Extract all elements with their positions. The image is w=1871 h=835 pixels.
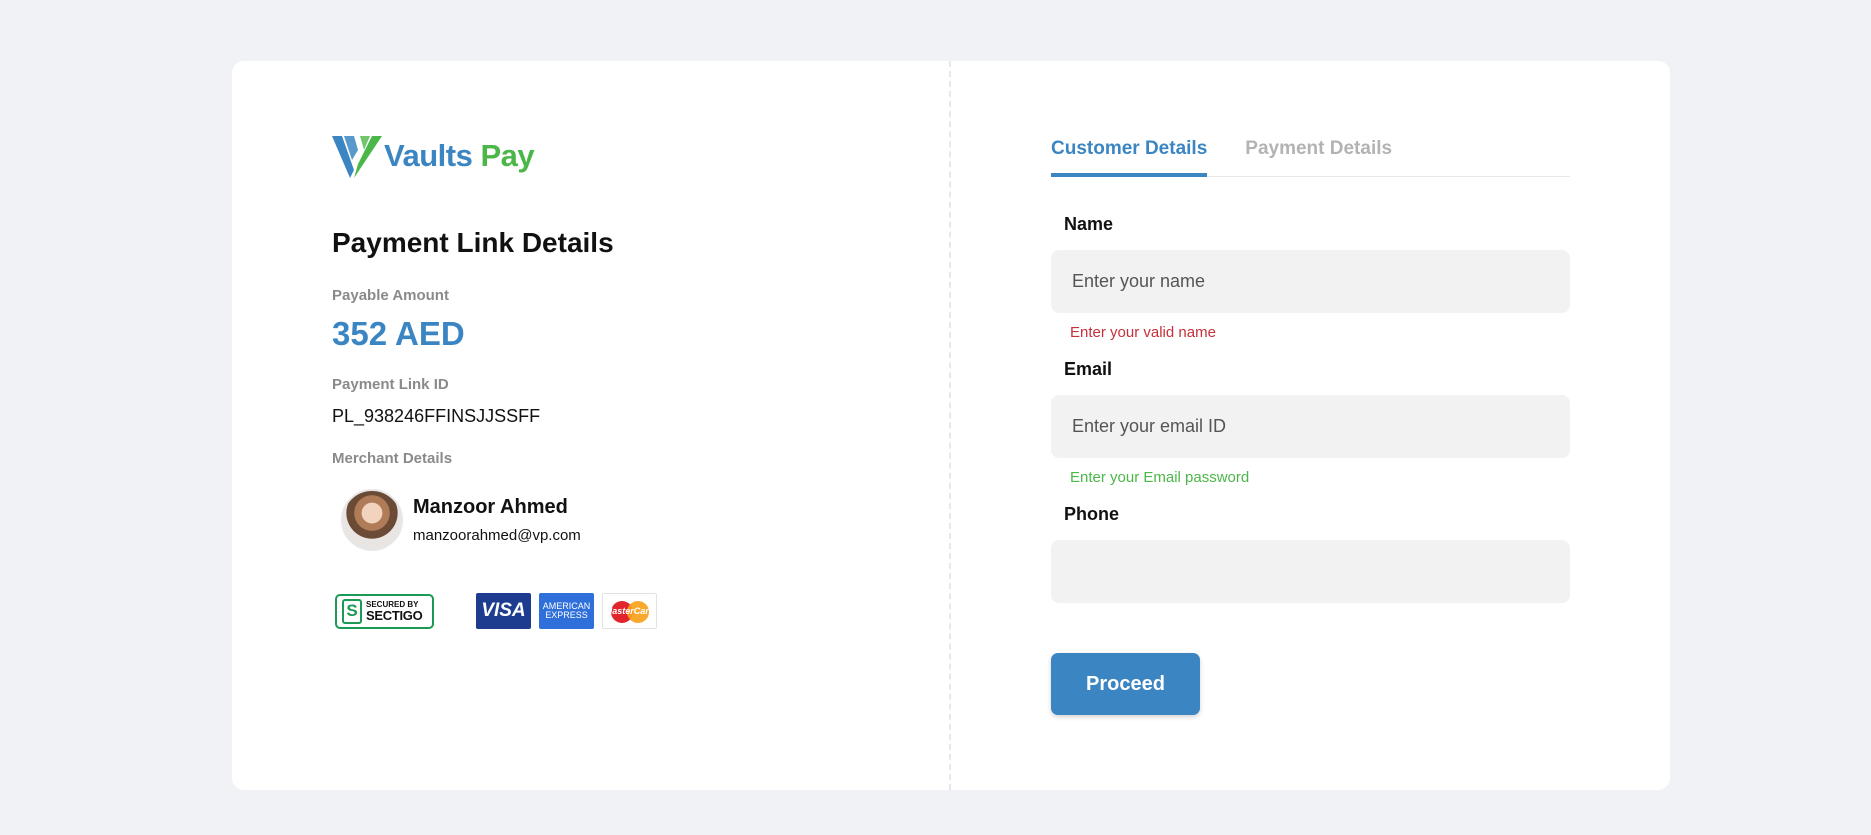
payable-amount: 352 AED <box>332 315 465 352</box>
merchant-details: Manzoor Ahmed manzoorahmed@vp.com <box>341 489 581 551</box>
tab-payment-details[interactable]: Payment Details <box>1245 135 1392 177</box>
sectigo-shield-icon: S <box>342 598 362 624</box>
payment-card: Vaults Pay Payment Link Details Payable … <box>232 61 1670 790</box>
name-error-hint: Enter your valid name <box>1070 324 1216 341</box>
mastercard-logo-icon: MasterCard <box>602 593 657 629</box>
merchant-avatar <box>341 489 403 551</box>
vaultspay-logo: Vaults Pay <box>332 134 535 178</box>
phone-label: Phone <box>1064 504 1120 524</box>
payment-link-pane: Vaults Pay Payment Link Details Payable … <box>332 61 892 790</box>
payable-amount-label: Payable Amount <box>332 287 449 304</box>
dashed-divider <box>949 61 951 790</box>
amex-line2: EXPRESS <box>545 610 588 620</box>
payment-link-id: PL_938246FFINSJJSSFF <box>332 406 541 426</box>
page-title: Payment Link Details <box>332 227 614 258</box>
logo-word-vaults: Vaults <box>384 138 473 173</box>
mastercard-text: MasterCard <box>604 606 655 616</box>
sectigo-big-text: SECTIGO <box>366 607 423 623</box>
proceed-button[interactable]: Proceed <box>1051 653 1200 715</box>
email-input[interactable] <box>1051 395 1570 458</box>
sectigo-badge: S SECURED BY SECTIGO <box>335 593 434 629</box>
merchant-details-label: Merchant Details <box>332 450 453 467</box>
amex-logo-icon: AMERICAN EXPRESS <box>539 593 594 629</box>
name-input[interactable] <box>1051 250 1570 313</box>
name-label: Name <box>1064 214 1114 234</box>
sectigo-text: SECURED BY SECTIGO <box>366 600 423 623</box>
merchant-email: manzoorahmed@vp.com <box>413 527 581 544</box>
visa-logo-icon: VISA <box>476 593 531 629</box>
merchant-name: Manzoor Ahmed <box>413 496 568 518</box>
payment-link-id-label: Payment Link ID <box>332 376 449 393</box>
customer-form-pane: Customer Details Payment Details Name En… <box>1051 61 1570 790</box>
phone-input[interactable] <box>1051 540 1570 603</box>
merchant-info: Manzoor Ahmed manzoorahmed@vp.com <box>413 496 581 544</box>
vaultspay-logo-icon <box>332 136 382 178</box>
card-network-logos: VISA AMERICAN EXPRESS MasterCard <box>476 593 665 629</box>
email-label: Email <box>1064 359 1113 379</box>
email-hint: Enter your Email password <box>1070 469 1250 486</box>
tab-customer-details[interactable]: Customer Details <box>1051 135 1208 177</box>
tab-bar: Customer Details Payment Details <box>1051 135 1570 177</box>
logo-word-pay: Pay <box>480 138 535 173</box>
trust-badges: S SECURED BY SECTIGO VISA AMERICAN EXPRE… <box>335 593 665 629</box>
logo-wordmark: Vaults Pay <box>384 138 535 174</box>
